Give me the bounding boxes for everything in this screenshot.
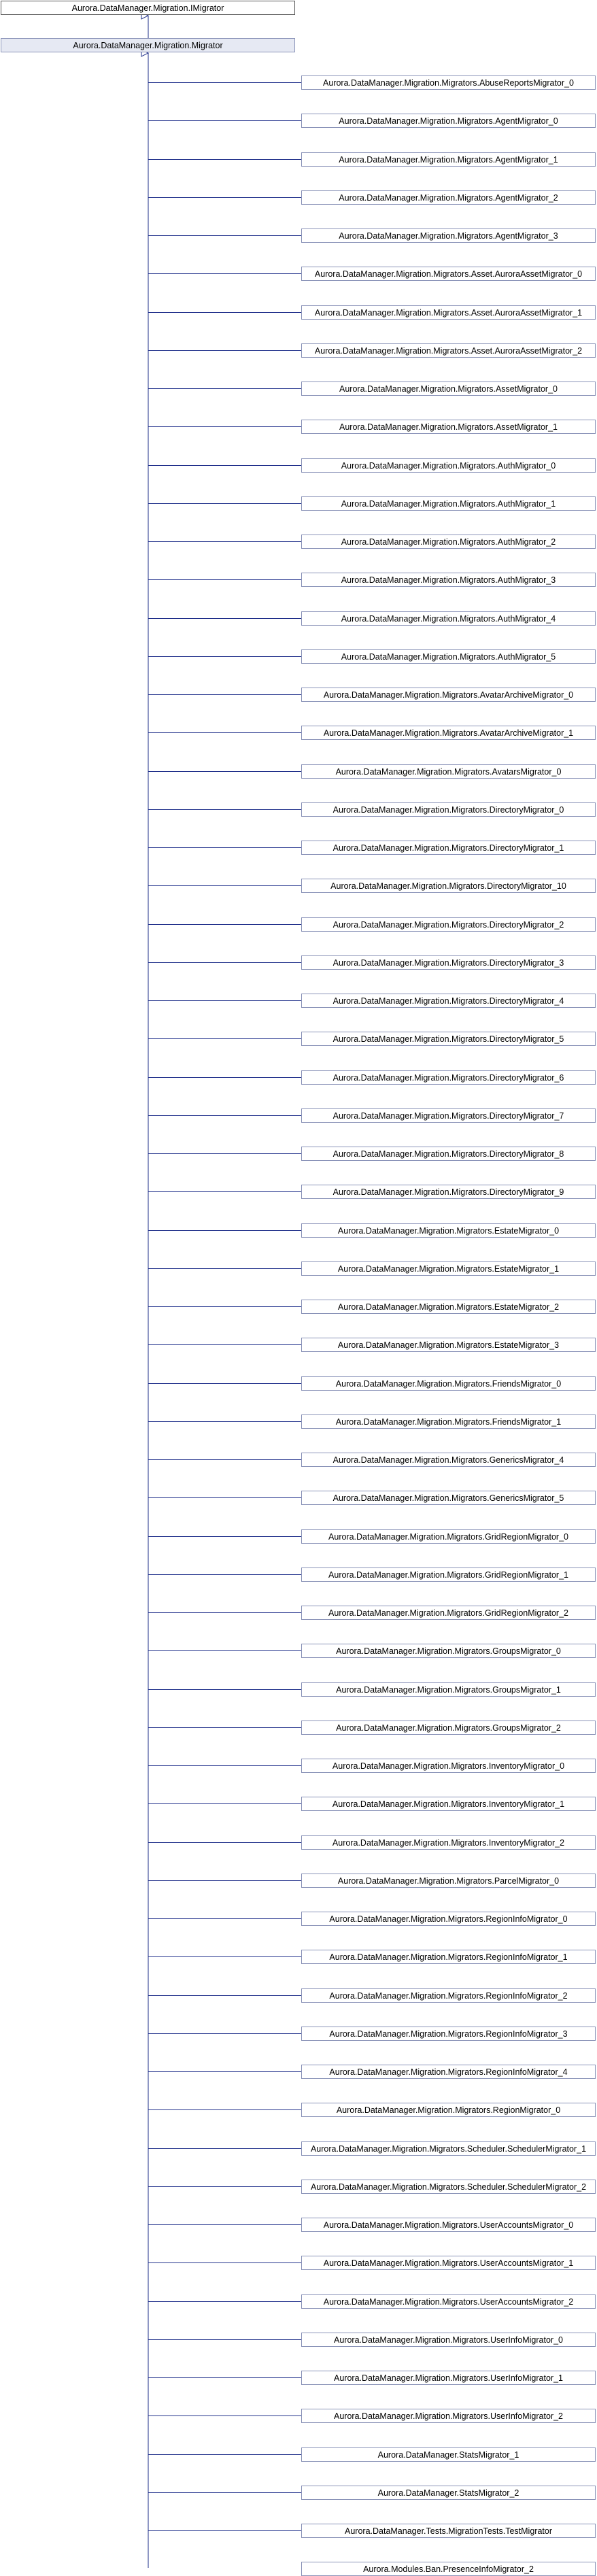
derived-class-node[interactable]: Aurora.DataManager.Migration.Migrators.U… xyxy=(301,2218,596,2232)
derived-class-node[interactable]: Aurora.DataManager.Migration.Migrators.E… xyxy=(301,1338,596,1352)
derived-class-node[interactable]: Aurora.DataManager.Migration.Migrators.G… xyxy=(301,1682,596,1697)
derived-class-node[interactable]: Aurora.DataManager.Migration.Migrators.A… xyxy=(301,267,596,281)
derived-class-node[interactable]: Aurora.DataManager.Migration.Migrators.I… xyxy=(301,1759,596,1773)
inheritance-diagram: Aurora.DataManager.Migration.IMigrator A… xyxy=(0,0,597,2576)
derived-class-node[interactable]: Aurora.DataManager.Migration.Migrators.R… xyxy=(301,1912,596,1926)
derived-class-node[interactable]: Aurora.DataManager.Migration.Migrators.D… xyxy=(301,802,596,817)
derived-class-node[interactable]: Aurora.DataManager.Migration.Migrators.U… xyxy=(301,2333,596,2347)
derived-class-node[interactable]: Aurora.DataManager.Migration.Migrators.A… xyxy=(301,75,596,90)
derived-class-node[interactable]: Aurora.DataManager.Migration.Migrators.A… xyxy=(301,228,596,243)
derived-class-node[interactable]: Aurora.DataManager.Migration.Migrators.D… xyxy=(301,955,596,970)
derived-class-node[interactable]: Aurora.DataManager.Migration.Migrators.A… xyxy=(301,573,596,587)
derived-class-node[interactable]: Aurora.DataManager.Migration.Migrators.A… xyxy=(301,458,596,473)
derived-class-node[interactable]: Aurora.DataManager.Migration.Migrators.G… xyxy=(301,1453,596,1467)
derived-class-node[interactable]: Aurora.DataManager.Migration.Migrators.R… xyxy=(301,2103,596,2117)
derived-class-node[interactable]: Aurora.DataManager.Migration.Migrators.E… xyxy=(301,1223,596,1238)
derived-class-node[interactable]: Aurora.DataManager.Migration.Migrators.A… xyxy=(301,688,596,702)
derived-class-node[interactable]: Aurora.DataManager.Migration.Migrators.A… xyxy=(301,114,596,128)
derived-class-node[interactable]: Aurora.DataManager.Migration.Migrators.R… xyxy=(301,2027,596,2041)
derived-class-node[interactable]: Aurora.DataManager.Migration.Migrators.F… xyxy=(301,1376,596,1391)
derived-class-node[interactable]: Aurora.DataManager.Migration.Migrators.D… xyxy=(301,917,596,932)
derived-class-node[interactable]: Aurora.DataManager.Migration.Migrators.G… xyxy=(301,1644,596,1658)
derived-class-node[interactable]: Aurora.DataManager.Migration.Migrators.R… xyxy=(301,2065,596,2079)
derived-class-node[interactable]: Aurora.DataManager.Migration.Migrators.E… xyxy=(301,1300,596,1314)
derived-class-node[interactable]: Aurora.DataManager.Migration.Migrators.S… xyxy=(301,2180,596,2194)
derived-class-node[interactable]: Aurora.DataManager.StatsMigrator_1 xyxy=(301,2447,596,2462)
derived-class-node[interactable]: Aurora.DataManager.Migration.Migrators.A… xyxy=(301,649,596,664)
derived-class-node[interactable]: Aurora.DataManager.Migration.Migrators.U… xyxy=(301,2256,596,2270)
derived-class-node[interactable]: Aurora.DataManager.Migration.Migrators.A… xyxy=(301,764,596,779)
derived-class-node[interactable]: Aurora.DataManager.Migration.Migrators.A… xyxy=(301,420,596,434)
derived-class-node[interactable]: Aurora.DataManager.Migration.Migrators.F… xyxy=(301,1414,596,1429)
derived-class-node[interactable]: Aurora.DataManager.Migration.Migrators.A… xyxy=(301,190,596,205)
derived-class-node[interactable]: Aurora.DataManager.Migration.Migrators.U… xyxy=(301,2294,596,2309)
derived-class-node[interactable]: Aurora.DataManager.Migration.Migrators.D… xyxy=(301,1032,596,1046)
derived-class-node[interactable]: Aurora.DataManager.Migration.Migrators.D… xyxy=(301,841,596,855)
derived-class-node[interactable]: Aurora.DataManager.Migration.Migrators.D… xyxy=(301,879,596,893)
derived-class-node[interactable]: Aurora.DataManager.Migration.Migrators.G… xyxy=(301,1491,596,1505)
derived-class-node[interactable]: Aurora.DataManager.Migration.Migrators.S… xyxy=(301,2141,596,2156)
derived-class-node[interactable]: Aurora.DataManager.Migration.Migrators.D… xyxy=(301,1070,596,1085)
derived-class-node[interactable]: Aurora.DataManager.Migration.Migrators.A… xyxy=(301,343,596,358)
derived-class-node[interactable]: Aurora.DataManager.Migration.Migrators.P… xyxy=(301,1874,596,1888)
derived-class-node[interactable]: Aurora.DataManager.Migration.Migrators.R… xyxy=(301,1988,596,2003)
derived-class-node[interactable]: Aurora.DataManager.Migration.Migrators.D… xyxy=(301,994,596,1008)
derived-class-node[interactable]: Aurora.DataManager.Migration.Migrators.A… xyxy=(301,305,596,320)
derived-class-node[interactable]: Aurora.DataManager.Migration.Migrators.A… xyxy=(301,726,596,740)
derived-class-node[interactable]: Aurora.DataManager.Migration.Migrators.G… xyxy=(301,1529,596,1544)
derived-class-node[interactable]: Aurora.DataManager.Migration.Migrators.A… xyxy=(301,496,596,511)
derived-class-node[interactable]: Aurora.DataManager.Migration.Migrators.A… xyxy=(301,382,596,396)
derived-class-node[interactable]: Aurora.DataManager.Migration.Migrators.D… xyxy=(301,1147,596,1161)
derived-class-node[interactable]: Aurora.DataManager.Migration.Migrators.G… xyxy=(301,1567,596,1582)
derived-class-node[interactable]: Aurora.DataManager.Tests.MigrationTests.… xyxy=(301,2524,596,2538)
derived-class-node[interactable]: Aurora.Modules.Ban.PresenceInfoMigrator_… xyxy=(301,2562,596,2576)
base-class-node[interactable]: Aurora.DataManager.Migration.Migrator xyxy=(1,38,295,52)
derived-class-node[interactable]: Aurora.DataManager.StatsMigrator_2 xyxy=(301,2486,596,2500)
derived-class-node[interactable]: Aurora.DataManager.Migration.Migrators.A… xyxy=(301,152,596,167)
derived-class-node[interactable]: Aurora.DataManager.Migration.Migrators.A… xyxy=(301,535,596,549)
derived-class-node[interactable]: Aurora.DataManager.Migration.Migrators.D… xyxy=(301,1185,596,1199)
derived-class-node[interactable]: Aurora.DataManager.Migration.Migrators.G… xyxy=(301,1721,596,1735)
derived-class-node[interactable]: Aurora.DataManager.Migration.Migrators.U… xyxy=(301,2371,596,2385)
derived-class-node[interactable]: Aurora.DataManager.Migration.Migrators.E… xyxy=(301,1261,596,1276)
derived-class-node[interactable]: Aurora.DataManager.Migration.Migrators.I… xyxy=(301,1835,596,1850)
derived-class-node[interactable]: Aurora.DataManager.Migration.Migrators.I… xyxy=(301,1797,596,1811)
derived-class-node[interactable]: Aurora.DataManager.Migration.Migrators.U… xyxy=(301,2409,596,2423)
derived-class-node[interactable]: Aurora.DataManager.Migration.Migrators.R… xyxy=(301,1950,596,1964)
interface-node[interactable]: Aurora.DataManager.Migration.IMigrator xyxy=(1,1,295,15)
derived-class-node[interactable]: Aurora.DataManager.Migration.Migrators.G… xyxy=(301,1606,596,1620)
derived-class-node[interactable]: Aurora.DataManager.Migration.Migrators.A… xyxy=(301,611,596,626)
derived-class-node[interactable]: Aurora.DataManager.Migration.Migrators.D… xyxy=(301,1108,596,1123)
